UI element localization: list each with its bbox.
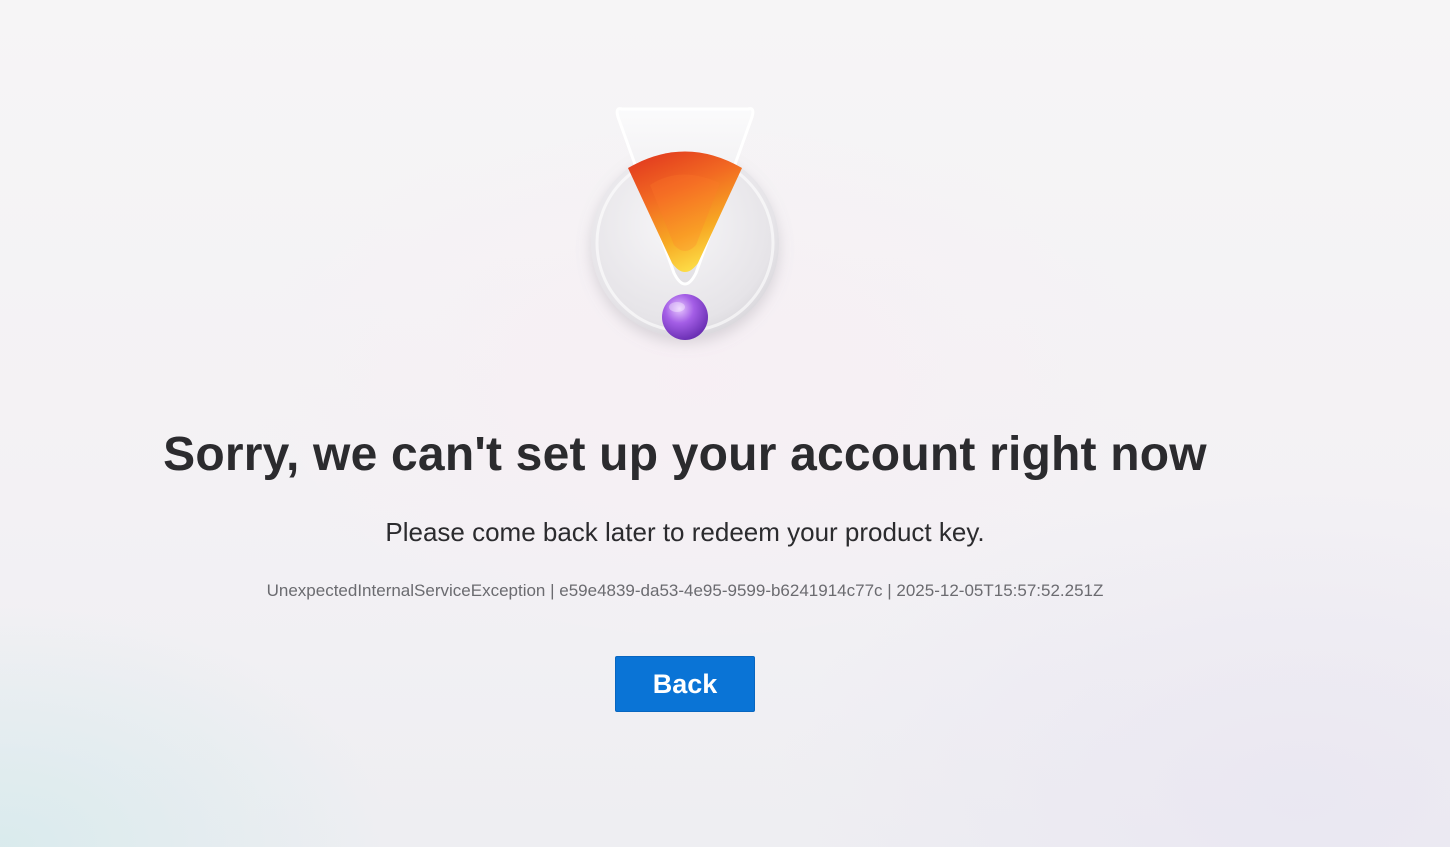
warning-exclamation-icon xyxy=(570,95,800,360)
page-title: Sorry, we can't set up your account righ… xyxy=(163,428,1207,481)
back-button[interactable]: Back xyxy=(615,656,755,712)
error-details: UnexpectedInternalServiceException | e59… xyxy=(266,581,1104,600)
page-subtitle: Please come back later to redeem your pr… xyxy=(385,517,985,547)
